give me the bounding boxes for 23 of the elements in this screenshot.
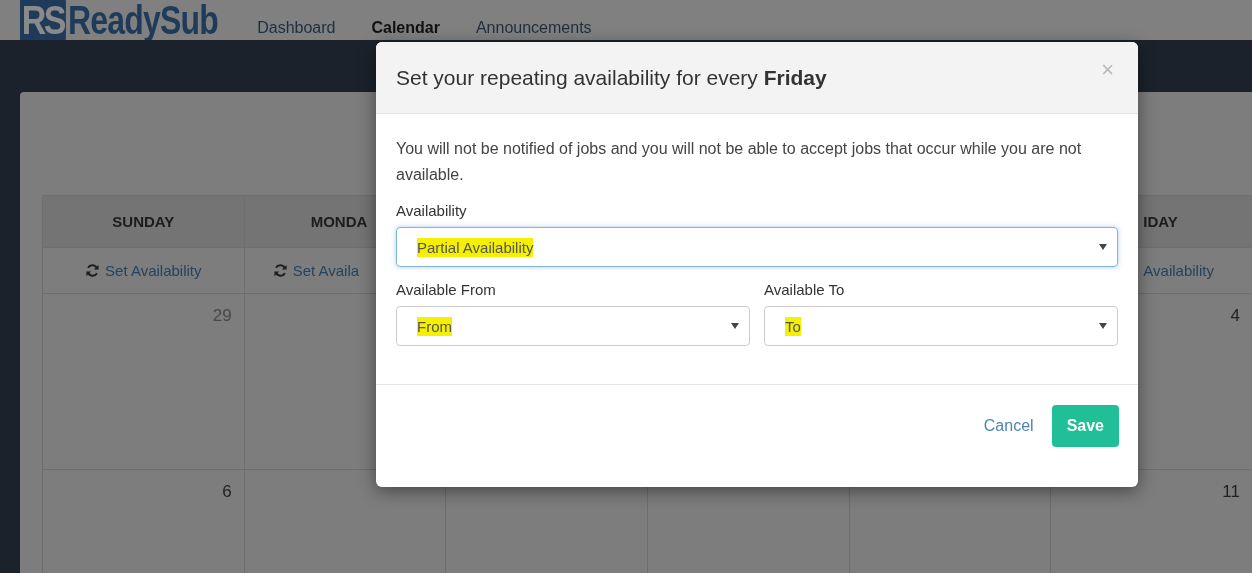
nav-link[interactable]: Calendar [371,19,440,37]
date-number: 11 [1222,482,1240,502]
close-button[interactable]: × [1097,56,1118,83]
info-text: You will not be notified of jobs and you will not be able to accept jobs that occur while you are not available. [396,139,1083,185]
modal-title: Set your repeating availability for every Friday [396,65,827,90]
refresh-icon [272,263,288,278]
refresh-icon [85,263,101,278]
logo-text: ReadySub [67,0,218,40]
nav-link[interactable]: Announcements [475,19,592,37]
select-field[interactable]: To [764,306,1118,346]
set-availability-link[interactable]: Set Availability [43,262,244,279]
field-label: Available To [764,281,846,298]
date-number: 4 [1230,306,1240,326]
cancel-link[interactable]: Cancel [983,417,1034,435]
date-number: 6 [222,482,232,502]
day-header: SUNDAY [43,196,244,248]
caret-icon [1099,244,1107,250]
select-field[interactable]: From [396,306,750,346]
caret-icon [1099,323,1107,329]
save-button[interactable]: Save [1051,405,1119,447]
caret-icon [731,323,739,329]
nav-link[interactable]: Dashboard [257,19,336,37]
field-label: Available From [396,281,497,298]
